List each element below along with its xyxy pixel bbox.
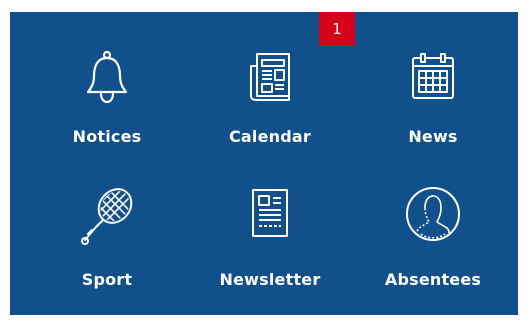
tile-label: Notices bbox=[72, 127, 142, 146]
menu-panel: 1 Notices Calendar News Sport Newsletter… bbox=[10, 12, 518, 315]
newspaper-icon bbox=[248, 52, 292, 102]
tile-newsletter[interactable]: Newsletter bbox=[195, 174, 345, 294]
tile-notices[interactable]: Notices bbox=[32, 32, 182, 152]
tennis-racket-icon bbox=[79, 184, 135, 246]
tile-sport[interactable]: Sport bbox=[32, 174, 182, 294]
tile-absentees[interactable]: Absentees bbox=[358, 174, 508, 294]
tile-calendar[interactable]: Calendar bbox=[195, 32, 345, 152]
tile-news[interactable]: News bbox=[358, 32, 508, 152]
tile-label: Sport bbox=[81, 270, 133, 289]
document-icon bbox=[250, 188, 290, 238]
calendar-icon bbox=[411, 52, 455, 100]
bell-icon bbox=[85, 50, 129, 104]
tile-label: Newsletter bbox=[219, 270, 321, 289]
tile-label: News bbox=[408, 127, 458, 146]
tile-label: Absentees bbox=[384, 270, 482, 289]
tile-label: Calendar bbox=[228, 127, 311, 146]
person-circle-icon bbox=[405, 186, 461, 242]
